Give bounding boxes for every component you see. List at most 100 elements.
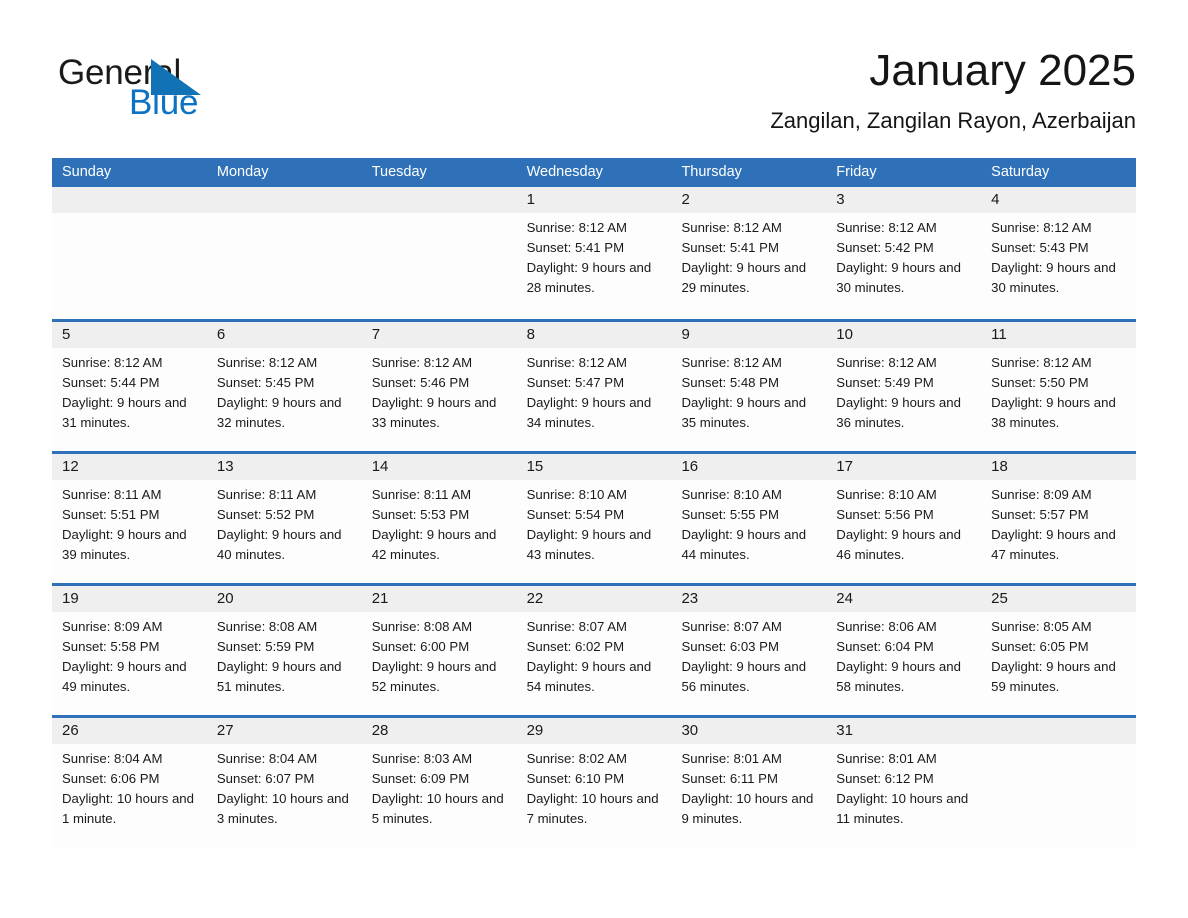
calendar-day-cell[interactable]: 10 Sunrise: 8:12 AM Sunset: 5:49 PM Dayligh…: [826, 322, 982, 451]
daylight-text: Daylight: 9 hours and 34 minutes.: [526, 395, 652, 431]
day-details: Sunrise: 8:11 AM Sunset: 5:53 PM Daylight:…: [362, 480, 517, 565]
calendar-day-cell[interactable]: 14 Sunrise: 8:11 AM Sunset: 5:53 PM Dayligh…: [361, 454, 517, 583]
day-details: Sunrise: 8:12 AM Sunset: 5:42 PM Daylight:…: [826, 213, 981, 298]
calendar-day-cell[interactable]: 27 Sunrise: 8:04 AM Sunset: 6:07 PM Dayligh…: [206, 718, 362, 847]
day-number: 9: [671, 322, 827, 348]
day-details: Sunrise: 8:02 AM Sunset: 6:10 PM Daylight:…: [517, 744, 672, 829]
sunrise-text: Sunrise: 8:11 AM: [216, 487, 317, 502]
day-number: 29: [516, 718, 672, 744]
day-number: 21: [361, 586, 517, 612]
calendar-week-row: 5 Sunrise: 8:12 AM Sunset: 5:44 PM Daylight…: [52, 319, 1137, 451]
calendar-day-cell[interactable]: 12 Sunrise: 8:11 AM Sunset: 5:51 PM Dayligh…: [52, 454, 207, 583]
sunrise-text: Sunrise: 8:10 AM: [836, 487, 937, 502]
calendar-day-cell[interactable]: 8 Sunrise: 8:12 AM Sunset: 5:47 PM Daylight…: [516, 322, 672, 451]
calendar-day-cell[interactable]: 22 Sunrise: 8:07 AM Sunset: 6:02 PM Dayligh…: [516, 586, 672, 715]
generalblue-logo[interactable]: General Blue: [58, 52, 318, 122]
calendar-day-cell[interactable]: 11 Sunrise: 8:12 AM Sunset: 5:50 PM Dayligh…: [981, 322, 1137, 451]
page-header: General Blue January 2025 Zangilan, Zang…: [0, 0, 1188, 148]
day-number: 5: [52, 322, 207, 348]
calendar-day-cell[interactable]: 2 Sunrise: 8:12 AM Sunset: 5:41 PM Daylight…: [671, 187, 827, 319]
calendar-day-cell[interactable]: 17 Sunrise: 8:10 AM Sunset: 5:56 PM Dayligh…: [826, 454, 982, 583]
sunrise-text: Sunrise: 8:10 AM: [526, 487, 628, 502]
day-details: Sunrise: 8:09 AM Sunset: 5:58 PM Daylight:…: [52, 612, 207, 697]
calendar-day-cell[interactable]: 31 Sunrise: 8:01 AM Sunset: 6:12 PM Dayligh…: [826, 718, 982, 847]
calendar-day-cell[interactable]: 9 Sunrise: 8:12 AM Sunset: 5:48 PM Daylight…: [671, 322, 827, 451]
weekday-header-tuesday: Tuesday: [371, 164, 427, 180]
sunset-text: Sunset: 5:41 PM: [526, 240, 625, 256]
sunrise-text: Sunrise: 8:01 AM: [836, 751, 937, 766]
day-details: Sunrise: 8:12 AM Sunset: 5:45 PM Daylight:…: [207, 348, 362, 433]
day-details: Sunrise: 8:11 AM Sunset: 5:51 PM Daylight:…: [52, 480, 207, 565]
calendar-day-cell[interactable]: 5 Sunrise: 8:12 AM Sunset: 5:44 PM Daylight…: [52, 322, 207, 451]
daylight-text: Daylight: 9 hours and 32 minutes.: [216, 395, 342, 431]
day-details: Sunrise: 8:01 AM Sunset: 6:12 PM Daylight:…: [826, 744, 981, 829]
day-details: Sunrise: 8:12 AM Sunset: 5:46 PM Daylight:…: [362, 348, 517, 433]
day-number: 8: [516, 322, 672, 348]
sunset-text: Sunset: 6:02 PM: [526, 639, 625, 655]
calendar-day-cell[interactable]: 28 Sunrise: 8:03 AM Sunset: 6:09 PM Dayligh…: [361, 718, 517, 847]
calendar-day-cell[interactable]: 23 Sunrise: 8:07 AM Sunset: 6:03 PM Dayligh…: [671, 586, 827, 715]
sunrise-text: Sunrise: 8:04 AM: [216, 751, 318, 766]
sunrise-text: Sunrise: 8:08 AM: [371, 619, 473, 634]
sunrise-text: Sunrise: 8:04 AM: [62, 751, 163, 766]
day-details: Sunrise: 8:12 AM Sunset: 5:44 PM Daylight:…: [52, 348, 207, 433]
calendar-day-cell[interactable]: 6 Sunrise: 8:12 AM Sunset: 5:45 PM Daylight…: [206, 322, 362, 451]
calendar-day-cell[interactable]: 26 Sunrise: 8:04 AM Sunset: 6:06 PM Dayligh…: [52, 718, 207, 847]
daylight-text: Daylight: 10 hours and 3 minutes.: [216, 791, 349, 827]
sunrise-text: Sunrise: 8:02 AM: [526, 751, 628, 766]
day-number: 15: [516, 454, 672, 480]
day-details: Sunrise: 8:12 AM Sunset: 5:41 PM Daylight:…: [671, 213, 826, 298]
sunset-text: Sunset: 5:57 PM: [991, 507, 1089, 523]
sunrise-text: Sunrise: 8:11 AM: [62, 487, 162, 502]
day-number: 11: [981, 322, 1137, 348]
sunset-text: Sunset: 5:52 PM: [216, 507, 315, 523]
calendar-day-cell[interactable]: 24 Sunrise: 8:06 AM Sunset: 6:04 PM Dayligh…: [826, 586, 982, 715]
calendar-day-cell-empty: [361, 187, 517, 319]
day-number: 20: [206, 586, 362, 612]
sunset-text: Sunset: 5:44 PM: [62, 375, 160, 391]
calendar-day-cell[interactable]: 13 Sunrise: 8:11 AM Sunset: 5:52 PM Dayligh…: [206, 454, 362, 583]
calendar-table: Sunday Monday Tuesday Wednesday Thursday…: [52, 158, 1137, 847]
calendar-day-cell[interactable]: 15 Sunrise: 8:10 AM Sunset: 5:54 PM Dayligh…: [516, 454, 672, 583]
daylight-text: Daylight: 9 hours and 49 minutes.: [62, 659, 187, 695]
calendar-day-cell[interactable]: 21 Sunrise: 8:08 AM Sunset: 6:00 PM Dayligh…: [361, 586, 517, 715]
daylight-text: Daylight: 9 hours and 59 minutes.: [991, 659, 1116, 695]
calendar-day-cell[interactable]: 29 Sunrise: 8:02 AM Sunset: 6:10 PM Dayligh…: [516, 718, 672, 847]
calendar-day-cell[interactable]: 18 Sunrise: 8:09 AM Sunset: 5:57 PM Dayligh…: [981, 454, 1137, 583]
calendar-week-row: 19 Sunrise: 8:09 AM Sunset: 5:58 PM Dayligh…: [52, 583, 1137, 715]
calendar-day-cell[interactable]: 7 Sunrise: 8:12 AM Sunset: 5:46 PM Daylight…: [361, 322, 517, 451]
sunset-text: Sunset: 6:04 PM: [836, 639, 934, 655]
day-details: Sunrise: 8:01 AM Sunset: 6:11 PM Daylight:…: [671, 744, 826, 829]
day-details: Sunrise: 8:03 AM Sunset: 6:09 PM Daylight:…: [362, 744, 517, 829]
sunset-text: Sunset: 5:58 PM: [62, 639, 160, 655]
daylight-text: Daylight: 9 hours and 52 minutes.: [371, 659, 497, 695]
day-details: Sunrise: 8:07 AM Sunset: 6:03 PM Daylight:…: [671, 612, 826, 697]
daylight-text: Daylight: 9 hours and 30 minutes.: [836, 260, 961, 296]
calendar-day-cell[interactable]: 4 Sunrise: 8:12 AM Sunset: 5:43 PM Daylight…: [981, 187, 1137, 319]
sunset-text: Sunset: 5:59 PM: [216, 639, 315, 655]
sunset-text: Sunset: 5:55 PM: [681, 507, 779, 523]
calendar-day-cell-empty: [981, 718, 1137, 847]
day-number: 28: [361, 718, 517, 744]
sunset-text: Sunset: 6:05 PM: [991, 639, 1089, 655]
day-details: Sunrise: 8:04 AM Sunset: 6:06 PM Daylight:…: [52, 744, 207, 829]
page-title: January 2025: [869, 46, 1136, 95]
calendar-day-cell[interactable]: 20 Sunrise: 8:08 AM Sunset: 5:59 PM Dayligh…: [206, 586, 362, 715]
day-number: [361, 187, 517, 213]
sunset-text: Sunset: 5:45 PM: [216, 375, 315, 391]
daylight-text: Daylight: 10 hours and 7 minutes.: [526, 791, 659, 827]
weekday-header-sunday: Sunday: [62, 164, 112, 180]
calendar-day-cell[interactable]: 25 Sunrise: 8:05 AM Sunset: 6:05 PM Dayligh…: [981, 586, 1137, 715]
day-number: 19: [52, 586, 207, 612]
daylight-text: Daylight: 9 hours and 35 minutes.: [681, 395, 807, 431]
calendar-day-cell[interactable]: 3 Sunrise: 8:12 AM Sunset: 5:42 PM Daylight…: [826, 187, 982, 319]
day-number: 4: [981, 187, 1137, 213]
sunrise-text: Sunrise: 8:01 AM: [681, 751, 782, 766]
weekday-header-friday: Friday: [836, 164, 877, 180]
day-number: 24: [826, 586, 982, 612]
calendar-day-cell[interactable]: 19 Sunrise: 8:09 AM Sunset: 5:58 PM Dayligh…: [52, 586, 207, 715]
day-details: Sunrise: 8:12 AM Sunset: 5:43 PM Daylight:…: [981, 213, 1136, 298]
calendar-day-cell[interactable]: 30 Sunrise: 8:01 AM Sunset: 6:11 PM Dayligh…: [671, 718, 827, 847]
calendar-day-cell[interactable]: 16 Sunrise: 8:10 AM Sunset: 5:55 PM Dayligh…: [671, 454, 827, 583]
calendar-day-cell[interactable]: 1 Sunrise: 8:12 AM Sunset: 5:41 PM Daylight…: [516, 187, 672, 319]
